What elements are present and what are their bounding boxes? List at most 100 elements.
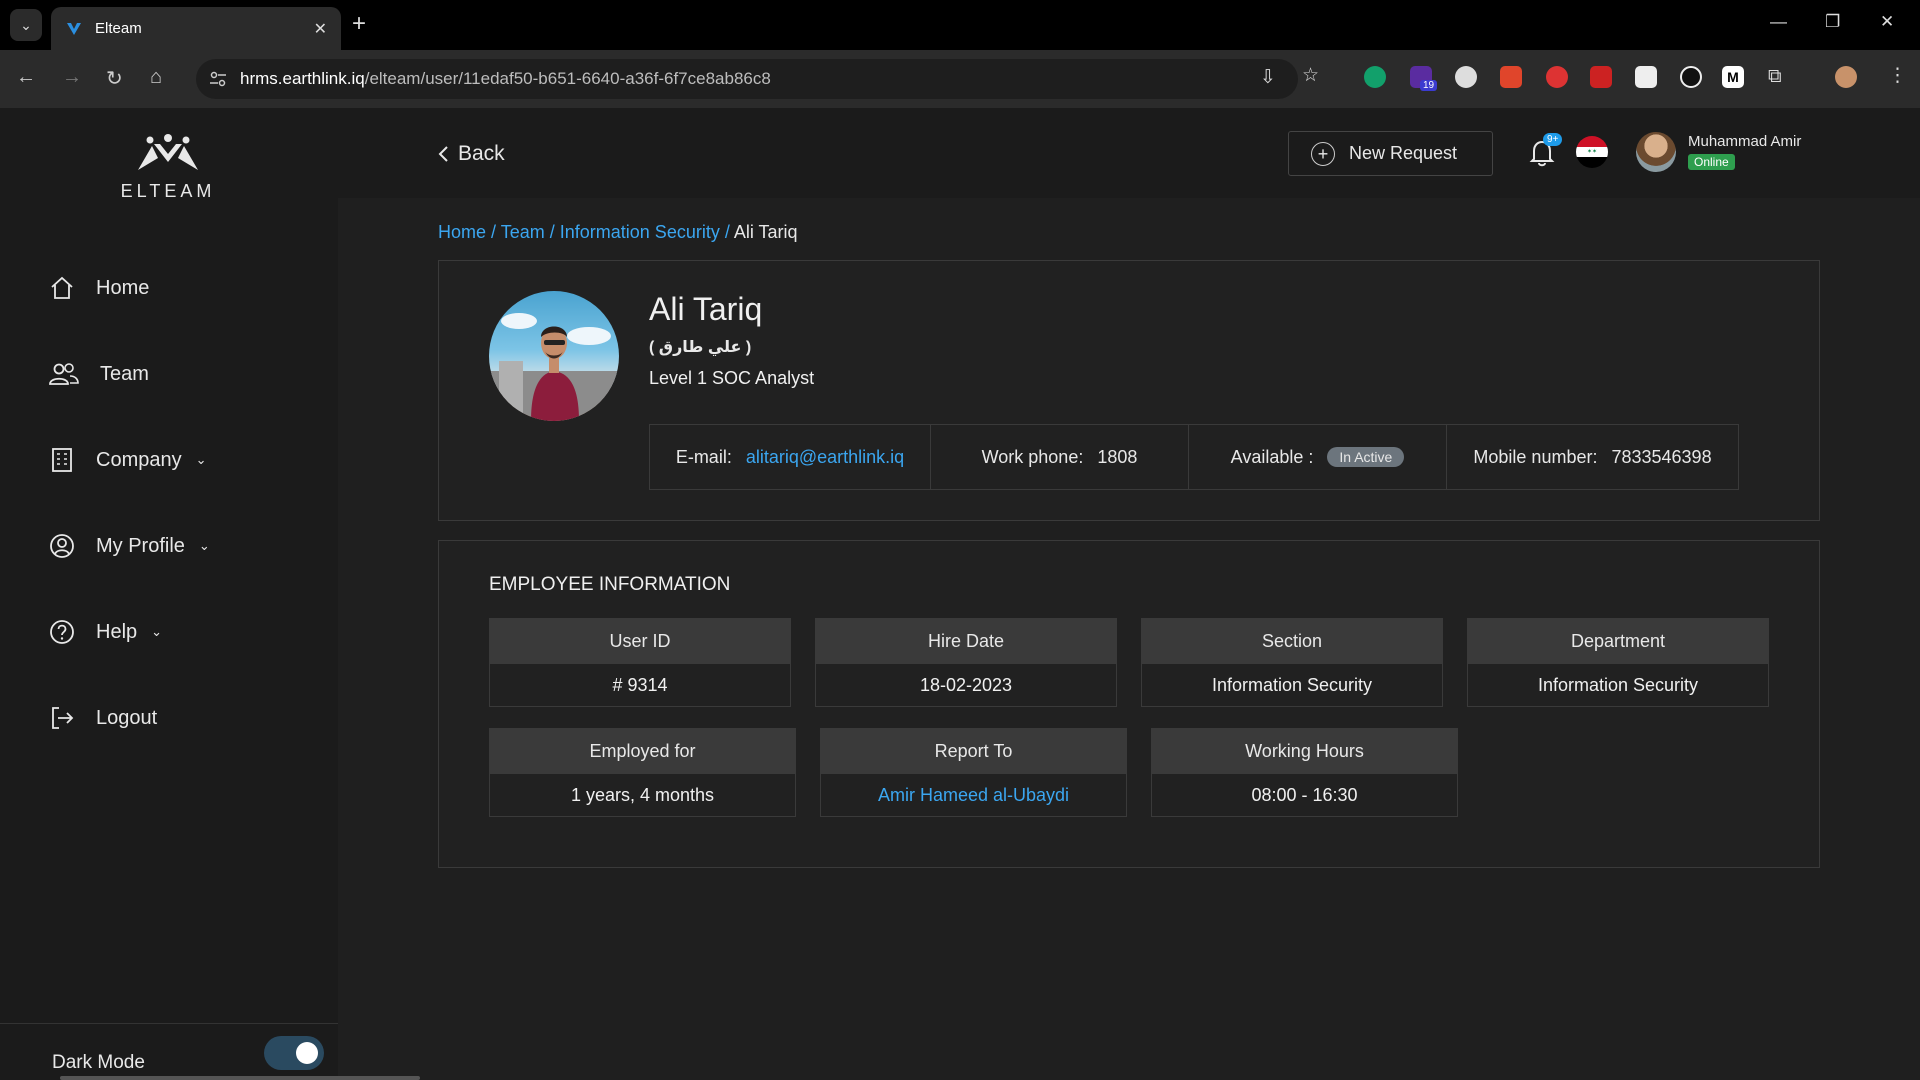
section-cell: Section Information Security [1141,618,1443,707]
home-browser-icon[interactable]: ⌂ [150,66,162,89]
employed-for-cell: Employed for 1 years, 4 months [489,728,796,817]
mobile-value: 7833546398 [1611,446,1712,467]
sidebar-item-label: Company [96,448,182,471]
horizontal-scrollbar[interactable] [60,1076,420,1080]
medium-extension-icon[interactable]: M [1722,66,1744,88]
report-to-label: Report To [821,729,1126,774]
minimize-icon[interactable]: — [1770,12,1787,32]
work-phone-value: 1808 [1097,446,1138,467]
extension-icon[interactable] [1455,66,1477,88]
breadcrumb-team[interactable]: Team / [501,222,555,242]
building-icon [52,448,72,472]
breadcrumb-section[interactable]: Information Security / [560,222,730,242]
user-avatar[interactable] [1636,132,1676,172]
sidebar-item-label: Home [96,276,150,299]
mobile-label: Mobile number: [1473,446,1598,467]
tab-title: Elteam [95,20,142,37]
sidebar-item-label: Logout [96,706,158,729]
elteam-logo[interactable]: ELTEAM [108,132,228,202]
sidebar-item-label: My Profile [96,534,185,557]
email-label: E-mail: [675,446,732,467]
forward-arrow-icon[interactable]: → [62,66,82,89]
sidebar-item-home[interactable]: Home [48,274,149,302]
install-app-icon[interactable]: ⇩ [1260,66,1276,89]
restore-icon[interactable]: ❐ [1825,12,1840,32]
elteam-logo-icon [138,134,198,170]
toggle-knob [296,1042,318,1064]
address-bar[interactable]: hrms.earthlink.iq/elteam/user/11edaf50-b… [196,59,1298,99]
site-settings-icon[interactable] [208,69,228,89]
new-request-button[interactable]: + New Request [1288,131,1493,176]
breadcrumb: Home / Team / Information Security / Ali… [438,222,798,243]
department-value: Information Security [1537,674,1699,695]
sidebar-item-company[interactable]: Company ⌄ [48,446,207,474]
url-text: hrms.earthlink.iq/elteam/user/11edaf50-b… [240,69,771,89]
home-icon [51,276,73,299]
chevron-left-icon [438,146,448,162]
section-label: Section [1142,619,1442,664]
logout-icon [52,707,74,729]
tab-search-button[interactable]: ⌄ [10,9,42,41]
extension-icon[interactable] [1635,66,1657,88]
browser-toolbar: ← → ↻ ⌂ hrms.earthlink.iq/elteam/user/11… [0,50,1920,108]
profile-card: Ali Tariq ( علي طارق ) Level 1 SOC Analy… [438,260,1820,521]
iraq-flag-icon[interactable]: ✶✶ [1576,136,1608,168]
extension-icon[interactable] [1500,66,1522,88]
contact-info-row: E-mail: alitariq@earthlink.iq Work phone… [649,424,1739,490]
pdf-extension-icon[interactable] [1590,66,1612,88]
employed-for-value: 1 years, 4 months [570,784,715,805]
employee-information-card: EMPLOYEE INFORMATION User ID # 9314 Hire… [438,540,1820,868]
team-icon [49,363,79,385]
person-photo-icon [489,313,619,421]
hire-date-label: Hire Date [816,619,1116,664]
back-arrow-icon[interactable]: ← [16,66,36,89]
browser-menu-icon[interactable]: ⋮ [1888,64,1907,87]
dark-mode-toggle[interactable] [264,1036,324,1070]
sidebar: ELTEAM Home Team Company ⌄ My Profile ⌄ … [0,108,338,1080]
email-link[interactable]: alitariq@earthlink.iq [746,447,904,468]
status-badge: Online [1688,154,1735,170]
grammarly-extension-icon[interactable] [1364,66,1386,88]
availability-label: Available : [1230,446,1314,467]
sidebar-item-help[interactable]: Help ⌄ [48,618,162,646]
user-id-value: # 9314 [612,674,668,695]
new-tab-button[interactable]: + [352,10,366,38]
sidebar-item-label: Help [96,620,138,643]
report-to-link[interactable]: Amir Hameed al-Ubaydi [821,774,1126,816]
employee-name: Ali Tariq [649,291,763,327]
breadcrumb-current: Ali Tariq [733,222,798,242]
breadcrumb-home[interactable]: Home / [438,222,496,242]
bookmark-star-icon[interactable]: ☆ [1302,64,1319,87]
url-host: hrms.earthlink.iq [240,69,365,88]
sidebar-item-label: Team [100,362,149,385]
user-name[interactable]: Muhammad Amir [1688,133,1801,150]
browser-tab-bar: ⌄ Elteam ✕ + — ❐ ✕ [0,0,1920,50]
sidebar-divider [0,1023,338,1024]
back-button[interactable]: Back [436,142,505,166]
profile-icon [50,534,74,558]
browser-profile-avatar[interactable] [1835,66,1857,88]
chevron-down-icon: ⌄ [151,624,163,639]
dark-mode-label: Dark Mode [52,1052,145,1073]
reload-icon[interactable]: ↻ [106,66,123,91]
working-hours-value: 08:00 - 16:30 [1251,784,1358,805]
chevron-down-icon: ⌄ [195,452,207,467]
sidebar-item-logout[interactable]: Logout [48,704,157,732]
extension-icon[interactable] [1546,66,1568,88]
department-cell: Department Information Security [1467,618,1769,707]
elteam-favicon [67,22,81,35]
employee-arabic-name: ( علي طارق ) [649,339,752,356]
new-request-label: New Request [1349,143,1458,163]
extension-badge: 19 [1420,80,1438,91]
notification-badge: 9+ [1543,133,1563,146]
extension-icon[interactable] [1680,66,1702,88]
extensions-puzzle-icon[interactable]: ⧉ [1768,66,1782,88]
work-phone-cell: Work phone: 1808 [931,425,1189,489]
close-tab-icon[interactable]: ✕ [314,19,327,39]
browser-tab[interactable]: Elteam ✕ [51,7,341,50]
close-window-icon[interactable]: ✕ [1880,12,1894,32]
hire-date-value: 18-02-2023 [919,674,1013,695]
sidebar-item-my-profile[interactable]: My Profile ⌄ [48,532,210,560]
sidebar-item-team[interactable]: Team [48,360,149,388]
hire-date-cell: Hire Date 18-02-2023 [815,618,1117,707]
